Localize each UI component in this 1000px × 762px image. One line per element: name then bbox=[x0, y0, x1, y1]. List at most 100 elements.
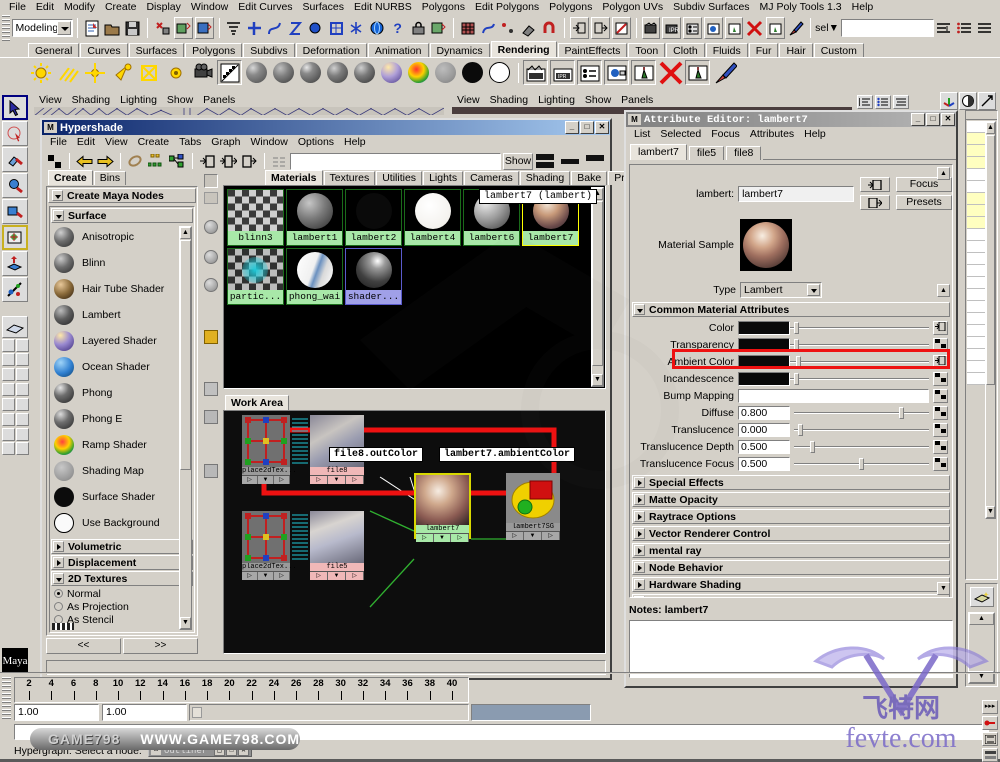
range-bar[interactable] bbox=[189, 704, 469, 721]
shelf-tab-polygons[interactable]: Polygons bbox=[185, 43, 243, 57]
node-file5[interactable]: file5 ▷ ▼ ▷ bbox=[310, 511, 364, 580]
minimize-button[interactable]: _ bbox=[565, 121, 579, 134]
chevron-right-icon[interactable] bbox=[634, 528, 645, 539]
save-scene-icon[interactable] bbox=[124, 17, 142, 39]
main-menu-bar[interactable]: File Edit Modify Create Display Window Edit Cu… bbox=[0, 0, 1000, 14]
menu-edit-polygons[interactable]: Edit Polygons bbox=[470, 0, 544, 14]
paint-select-icon[interactable] bbox=[520, 17, 538, 39]
section-volumetric[interactable]: Volumetric bbox=[51, 539, 193, 554]
node-place2dtexture-1[interactable]: place2dTex... ▷ ▼ ▷ bbox=[242, 415, 297, 484]
range-end-input[interactable]: 1.00 bbox=[102, 704, 187, 721]
status-line-grip[interactable] bbox=[2, 15, 10, 41]
shelf-tab-painteffects[interactable]: PaintEffects bbox=[557, 43, 628, 57]
range-handle[interactable] bbox=[192, 707, 202, 718]
light-preview-icon[interactable] bbox=[204, 410, 218, 424]
snap-point-icon[interactable] bbox=[286, 17, 304, 39]
node-lambert7[interactable]: lambert7 ▷ ▼ ▷ bbox=[414, 473, 471, 542]
menu-edit-nurbs[interactable]: Edit NURBS bbox=[349, 0, 417, 14]
hs-menu-view[interactable]: View bbox=[100, 135, 133, 149]
swatch-particle[interactable]: partic... bbox=[227, 248, 284, 305]
help-question-icon[interactable]: ? bbox=[388, 17, 406, 39]
area-light-icon[interactable] bbox=[136, 60, 161, 85]
attr-slider[interactable] bbox=[794, 457, 929, 471]
snap-to-point-icon[interactable] bbox=[327, 17, 345, 39]
no-construction-history-icon[interactable] bbox=[611, 17, 631, 39]
section-matte-opacity[interactable]: Matte Opacity bbox=[632, 492, 950, 507]
delete-render-node-icon[interactable] bbox=[745, 17, 763, 39]
playback-range-bar[interactable] bbox=[471, 704, 591, 721]
layout-single-pane[interactable] bbox=[2, 316, 28, 338]
hypershade-titlebar[interactable]: M Hypershade _ □ ✕ bbox=[42, 120, 610, 135]
section-mental-ray[interactable]: mental ray bbox=[632, 543, 950, 558]
node-footer[interactable]: ▷ ▼ ▷ bbox=[242, 571, 290, 580]
attribute-editor-menubar[interactable]: List Selected Focus Attributes Help bbox=[626, 127, 956, 141]
create-bins-tabs[interactable]: Create Bins bbox=[46, 170, 198, 185]
material-browser[interactable]: blinn3 lambert1 lambert2 lambert4 lamber… bbox=[223, 185, 606, 389]
vp-left-panels[interactable]: Panels bbox=[198, 94, 240, 107]
create-panel-scrollbar[interactable]: ▲ ▼ bbox=[179, 226, 192, 630]
node-ramp-shader[interactable]: Ramp Shader bbox=[50, 432, 194, 458]
tab-cameras[interactable]: Cameras bbox=[464, 171, 519, 185]
attr-slider[interactable] bbox=[794, 440, 929, 454]
layout-multi-1[interactable] bbox=[1, 398, 15, 411]
radio-as-projection[interactable]: As Projection bbox=[50, 600, 194, 613]
tab-utilities[interactable]: Utilities bbox=[376, 171, 423, 185]
paint-select-tool[interactable] bbox=[2, 147, 28, 172]
render-globe-icon[interactable] bbox=[368, 17, 386, 39]
menuset-selector[interactable]: Modeling bbox=[11, 19, 73, 37]
map-button[interactable] bbox=[933, 456, 948, 471]
menu-create[interactable]: Create bbox=[100, 0, 142, 14]
chevron-down-icon[interactable] bbox=[634, 304, 645, 315]
viewport-left-menubar[interactable]: View Shading Lighting Show Panels bbox=[34, 94, 444, 107]
layout-single-bottom-icon[interactable] bbox=[583, 151, 607, 171]
directional-light-icon[interactable] bbox=[55, 60, 80, 85]
scroll-up-icon[interactable]: ▲ bbox=[180, 227, 191, 239]
select-tool[interactable] bbox=[2, 95, 28, 120]
lambert-material-icon[interactable] bbox=[271, 60, 296, 85]
attr-slider[interactable] bbox=[794, 423, 929, 437]
vp-left-shading[interactable]: Shading bbox=[67, 94, 116, 107]
half-circle-icon[interactable] bbox=[959, 92, 977, 110]
layout-two-pane-stacked[interactable] bbox=[15, 339, 29, 352]
attr-slider[interactable] bbox=[790, 338, 929, 352]
forward-arrow-icon[interactable] bbox=[95, 151, 115, 171]
radio-icon[interactable] bbox=[54, 589, 63, 598]
blinn-material-icon[interactable] bbox=[244, 60, 269, 85]
attr-row-translucence-focus[interactable]: Translucence Focus 0.500 bbox=[630, 456, 948, 471]
hypershade-icon[interactable] bbox=[604, 60, 629, 85]
curve-edit-icon[interactable] bbox=[479, 17, 497, 39]
chevron-down-icon[interactable] bbox=[53, 210, 64, 221]
soft-modification-tool[interactable] bbox=[2, 251, 28, 276]
input-output-connections-icon[interactable] bbox=[218, 151, 238, 171]
scrollbar-thumb[interactable] bbox=[180, 240, 191, 470]
vp-left-lighting[interactable]: Lighting bbox=[115, 94, 162, 107]
node-phong[interactable]: Phong bbox=[50, 380, 194, 406]
chevron-right-icon[interactable] bbox=[634, 579, 645, 590]
channel-box-scrollbar[interactable]: ▲ ▼ bbox=[985, 121, 996, 519]
scrollbar-thumb[interactable] bbox=[986, 135, 995, 385]
chevron-right-icon[interactable] bbox=[634, 562, 645, 573]
script-editor-icon[interactable] bbox=[982, 748, 998, 762]
new-scene-icon[interactable] bbox=[83, 17, 101, 39]
attr-row-translucence-depth[interactable]: Translucence Depth 0.500 bbox=[630, 439, 948, 454]
hs-menu-edit[interactable]: Edit bbox=[72, 135, 100, 149]
layout-outliner-persp[interactable] bbox=[1, 368, 15, 381]
chevron-down-icon[interactable] bbox=[807, 284, 820, 296]
shelf-tab-cloth[interactable]: Cloth bbox=[666, 43, 705, 57]
component-mask-icon[interactable] bbox=[225, 17, 243, 39]
vp-right-panels[interactable]: Panels bbox=[616, 94, 658, 107]
ambient-light-icon[interactable] bbox=[28, 60, 53, 85]
hs-menu-options[interactable]: Options bbox=[293, 135, 339, 149]
attribute-editor-window[interactable]: M Attribute Editor: lambert7 _ □ ✕ List S… bbox=[624, 110, 958, 688]
tab-shading-groups[interactable]: Shading Groups bbox=[519, 171, 571, 197]
camera-icon[interactable] bbox=[190, 60, 215, 85]
tab-work-area[interactable]: Work Area bbox=[225, 395, 289, 410]
map-button[interactable] bbox=[933, 320, 948, 335]
browser-scrollbar[interactable]: ▲ ▼ bbox=[591, 187, 604, 387]
swatch-lambert1[interactable]: lambert1 bbox=[286, 189, 343, 246]
swatch-lambert4[interactable]: lambert4 bbox=[404, 189, 461, 246]
ipr-render-icon[interactable]: IPR bbox=[550, 60, 575, 85]
show-button[interactable]: Show bbox=[503, 152, 533, 170]
shelf-tab-bar[interactable]: General Curves Surfaces Polygons Subdivs… bbox=[0, 41, 1000, 57]
layout-menu-2[interactable] bbox=[15, 428, 29, 441]
